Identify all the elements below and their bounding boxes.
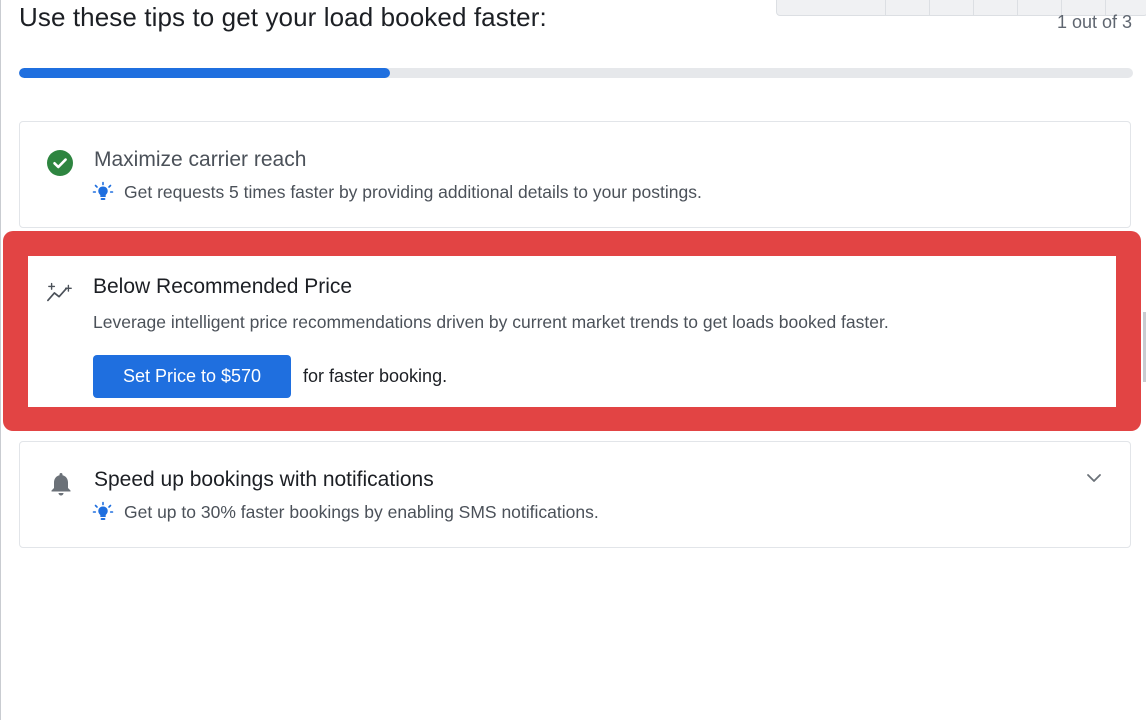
tip-title: Speed up bookings with notifications [94, 468, 434, 491]
trend-sparkle-icon [46, 278, 74, 306]
progress-bar [19, 68, 1133, 78]
tip-card-notifications[interactable]: Speed up bookings with notifications Get… [19, 441, 1131, 548]
faster-booking-text: for faster booking. [303, 366, 448, 386]
tip-hint: Get requests 5 times faster by providing… [92, 181, 702, 203]
lightbulb-icon [92, 501, 114, 523]
bell-icon [47, 470, 75, 498]
progress-bar-fill [19, 68, 390, 78]
tip-card-carrier-reach: Maximize carrier reach Get requests 5 ti… [19, 121, 1131, 228]
page-title: Use these tips to get your load booked f… [19, 2, 547, 32]
chevron-down-icon[interactable] [1084, 468, 1104, 488]
set-price-button[interactable]: Set Price to $570 [93, 355, 291, 398]
tip-card-recommended-price: Below Recommended Price Leverage intelli… [28, 256, 1116, 407]
tip-title: Below Recommended Price [93, 275, 353, 298]
progress-counter: 1 out of 3 [1056, 12, 1132, 32]
tips-panel: Use these tips to get your load booked f… [0, 0, 1146, 720]
panel-edge [0, 0, 1, 720]
lightbulb-icon [92, 181, 114, 203]
check-circle-icon [46, 149, 74, 177]
tip-text: Get requests 5 times faster by providing… [124, 181, 702, 202]
tip-title: Maximize carrier reach [94, 148, 307, 171]
tip-text: Get up to 30% faster bookings by enablin… [124, 501, 599, 522]
tip-hint: Get up to 30% faster bookings by enablin… [92, 501, 599, 523]
tip-description: Leverage intelligent price recommendatio… [93, 312, 889, 332]
